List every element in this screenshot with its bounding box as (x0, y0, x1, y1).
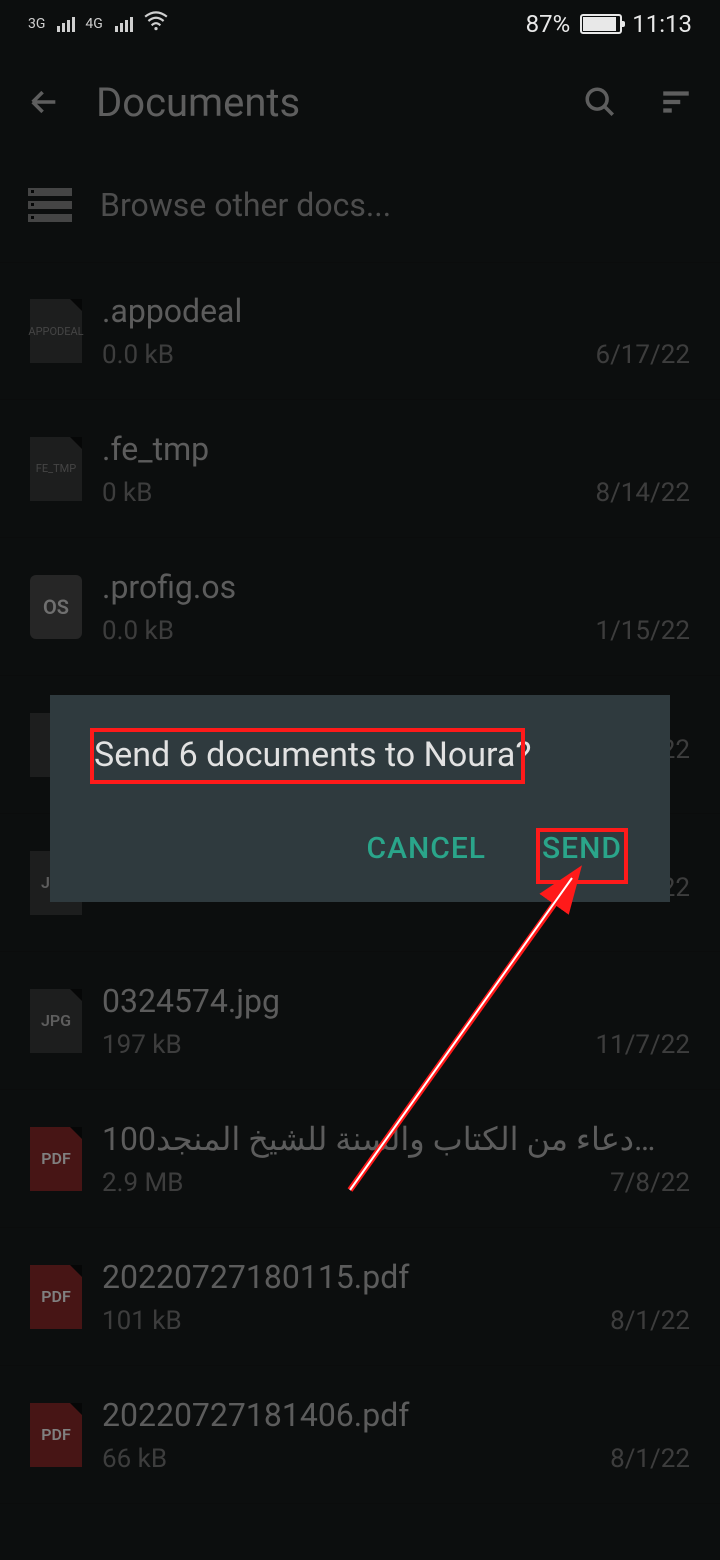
browse-other-docs[interactable]: Browse other docs... (0, 156, 720, 262)
file-subline: 2.9 MB 7/8/22 (102, 1168, 690, 1198)
file-type-icon: PDF (30, 1265, 82, 1329)
signal-2-icon (115, 17, 133, 32)
file-name: .fe_tmp (102, 430, 662, 468)
file-meta: 0324574.jpg 197 kB 11/7/22 (102, 982, 690, 1060)
file-name: 20220727181406.pdf (102, 1396, 662, 1434)
file-size: 0.0 kB (102, 340, 174, 370)
signal-2-label: 4G (85, 16, 102, 32)
file-subline: 0.0 kB 6/17/22 (102, 340, 690, 370)
file-type-icon: PDF (30, 1403, 82, 1467)
file-subline: 197 kB 11/7/22 (102, 1030, 690, 1060)
page-title: Documents (96, 79, 548, 126)
file-name: 100دعاء من الكتاب والسنة للشيخ المنجد.pd… (102, 1120, 662, 1158)
file-date: 11/7/22 (595, 1030, 690, 1060)
file-row[interactable]: APPODEAL .appodeal 0.0 kB 6/17/22 (0, 262, 720, 400)
file-row[interactable]: FE_TMP .fe_tmp 0 kB 8/14/22 (0, 400, 720, 538)
file-row[interactable]: PDF 20220727181406.pdf 66 kB 8/1/22 (0, 1366, 720, 1504)
file-type-icon: PDF (30, 1127, 82, 1191)
file-date: 7/8/22 (610, 1168, 690, 1198)
file-date: 1/15/22 (595, 616, 690, 646)
file-row[interactable]: OS .profig.os 0.0 kB 1/15/22 (0, 538, 720, 676)
file-size: 66 kB (102, 1444, 167, 1474)
file-name: 0324574.jpg (102, 982, 662, 1020)
sort-button[interactable] (652, 78, 700, 126)
file-type-icon: FE_TMP (30, 437, 82, 501)
file-date: 8/14/22 (595, 478, 690, 508)
file-type-icon: OS (30, 575, 82, 639)
file-date: 8/1/22 (610, 1306, 690, 1336)
file-meta: 20220727181406.pdf 66 kB 8/1/22 (102, 1396, 690, 1474)
file-row[interactable]: PDF 20220727180115.pdf 101 kB 8/1/22 (0, 1228, 720, 1366)
file-size: 101 kB (102, 1306, 182, 1336)
file-subline: 66 kB 8/1/22 (102, 1444, 690, 1474)
status-left: 3G 4G (28, 8, 169, 40)
file-name: .profig.os (102, 568, 662, 606)
signal-1-icon (57, 17, 75, 32)
file-size: 2.9 MB (102, 1168, 183, 1198)
search-button[interactable] (576, 78, 624, 126)
file-meta: .fe_tmp 0 kB 8/14/22 (102, 430, 690, 508)
file-date: 8/1/22 (610, 1444, 690, 1474)
file-type-icon: JPG (30, 989, 82, 1053)
file-meta: .profig.os 0.0 kB 1/15/22 (102, 568, 690, 646)
file-row[interactable]: JPG 0324574.jpg 197 kB 11/7/22 (0, 952, 720, 1090)
file-name: 20220727180115.pdf (102, 1258, 662, 1296)
file-name: .appodeal (102, 292, 662, 330)
file-size: 197 kB (102, 1030, 182, 1060)
status-bar: 3G 4G 87% 11:13 (0, 0, 720, 48)
browse-label: Browse other docs... (100, 186, 391, 224)
signal-1-label: 3G (28, 16, 45, 32)
battery-icon (580, 14, 622, 34)
file-date: 6/17/22 (595, 340, 690, 370)
back-button[interactable] (20, 78, 68, 126)
file-meta: 20220727180115.pdf 101 kB 8/1/22 (102, 1258, 690, 1336)
send-button[interactable]: SEND (538, 823, 626, 874)
file-size: 0.0 kB (102, 616, 174, 646)
file-size: 0 kB (102, 478, 152, 508)
dialog-title: Send 6 documents to Noura? (94, 735, 626, 775)
clock: 11:13 (632, 10, 692, 38)
file-meta: 100دعاء من الكتاب والسنة للشيخ المنجد.pd… (102, 1120, 690, 1198)
send-confirmation-dialog: Send 6 documents to Noura? CANCEL SEND (50, 695, 670, 902)
file-type-icon: APPODEAL (30, 299, 82, 363)
file-subline: 0.0 kB 1/15/22 (102, 616, 690, 646)
wifi-icon (143, 8, 169, 40)
cancel-button[interactable]: CANCEL (363, 823, 491, 874)
file-subline: 0 kB 8/14/22 (102, 478, 690, 508)
storage-icon (28, 188, 72, 222)
file-subline: 101 kB 8/1/22 (102, 1306, 690, 1336)
file-meta: .appodeal 0.0 kB 6/17/22 (102, 292, 690, 370)
status-right: 87% 11:13 (526, 10, 692, 38)
battery-percent: 87% (526, 10, 571, 38)
file-row[interactable]: PDF 100دعاء من الكتاب والسنة للشيخ المنجد… (0, 1090, 720, 1228)
app-bar: Documents (0, 48, 720, 156)
